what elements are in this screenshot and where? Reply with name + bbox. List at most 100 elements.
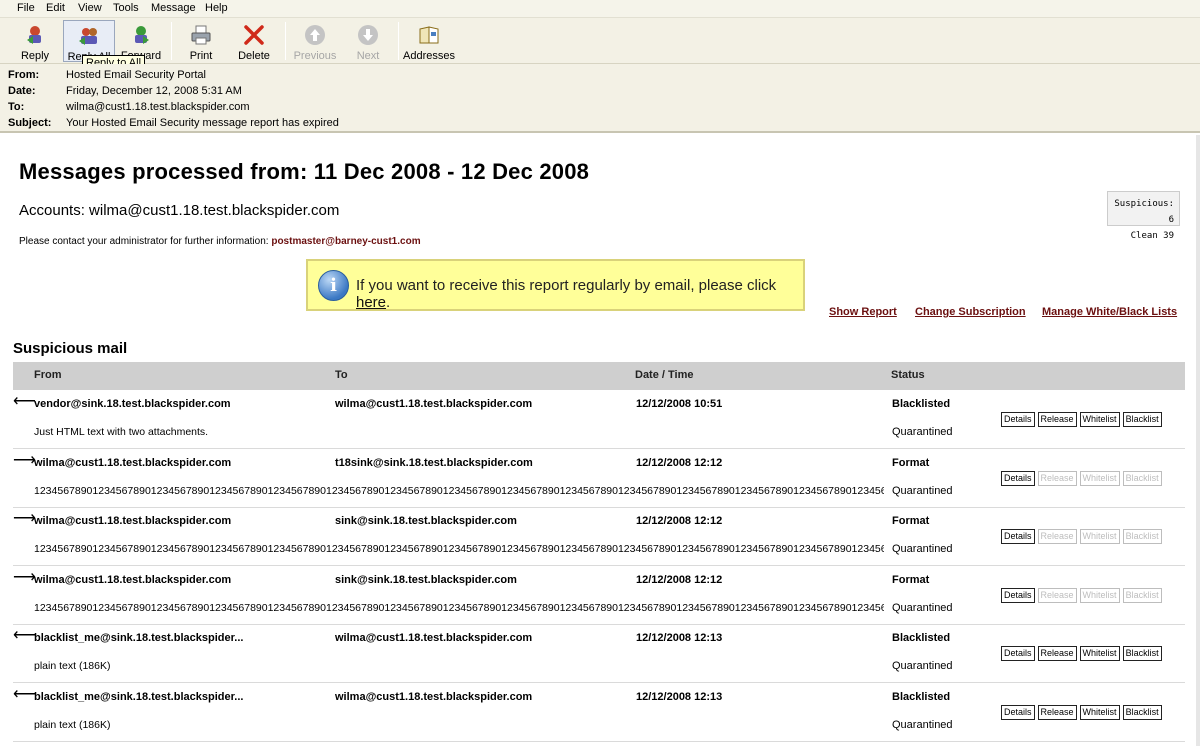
toolbar: Reply Reply All Forward Print Delete Pre… [0, 18, 1200, 64]
printer-icon [191, 25, 211, 45]
column-to: To [335, 369, 348, 381]
row-to: wilma@cust1.18.test.blackspider.com [335, 398, 533, 410]
row-datetime: 12/12/2008 12:12 [636, 574, 723, 586]
table-header: From To Date / Time Status [13, 362, 1185, 390]
details-button[interactable]: Details [1001, 646, 1035, 661]
row-status: Format [892, 574, 930, 586]
release-button[interactable]: Release [1037, 529, 1077, 544]
date-label: Date: [8, 85, 36, 97]
whitelist-button[interactable]: Whitelist [1079, 471, 1120, 486]
table-row[interactable]: ⟵ blacklist_me@sink.18.test.blackspider..… [13, 625, 1185, 683]
menu-file[interactable]: File [17, 2, 35, 14]
details-button[interactable]: Details [1001, 412, 1035, 427]
blacklist-button[interactable]: Blacklist [1122, 588, 1162, 603]
row-status: Blacklisted [892, 632, 951, 644]
reply-all-icon [79, 28, 97, 45]
from-label: From: [8, 69, 40, 81]
manage-white-black-lists-link[interactable]: Manage White/Black Lists [1042, 306, 1177, 318]
row-subject: 1234567890123456789012345678901234567890… [34, 543, 884, 555]
row-status: Format [892, 457, 930, 469]
next-button[interactable]: Next [342, 20, 394, 62]
header-subject-row: Subject: Your Hosted Email Security mess… [8, 117, 1188, 133]
row-datetime: 12/12/2008 12:12 [636, 457, 723, 469]
row-state: Quarantined [892, 426, 953, 438]
address-book-icon [419, 26, 439, 44]
menu-message[interactable]: Message [151, 2, 196, 14]
row-state: Quarantined [892, 602, 953, 614]
whitelist-button[interactable]: Whitelist [1079, 529, 1120, 544]
down-arrow-icon [358, 25, 378, 45]
row-subject: 1234567890123456789012345678901234567890… [34, 485, 884, 497]
row-to: sink@sink.18.test.blackspider.com [335, 574, 517, 586]
whitelist-button[interactable]: Whitelist [1079, 412, 1120, 427]
menu-edit[interactable]: Edit [46, 2, 65, 14]
message-header: From: Hosted Email Security Portal Date:… [0, 64, 1200, 133]
column-from: From [34, 369, 62, 381]
accounts-line: Accounts: wilma@cust1.18.test.blackspide… [19, 202, 340, 219]
table-row[interactable]: ⟵ vendor@sink.18.test.blackspider.com wilm… [13, 391, 1185, 449]
blacklist-button[interactable]: Blacklist [1122, 529, 1162, 544]
notice-here-link[interactable]: here [356, 294, 386, 311]
from-value: Hosted Email Security Portal [66, 69, 206, 81]
release-button[interactable]: Release [1037, 412, 1077, 427]
date-value: Friday, December 12, 2008 5:31 AM [66, 85, 242, 97]
release-button[interactable]: Release [1037, 471, 1077, 486]
whitelist-button[interactable]: Whitelist [1079, 705, 1120, 720]
row-subject: 1234567890123456789012345678901234567890… [34, 602, 884, 614]
menu-view[interactable]: View [78, 2, 102, 14]
direction-arrow-icon: ⟶ [13, 510, 36, 527]
row-actions: Details Release Whitelist Blacklist [1001, 588, 1165, 603]
direction-arrow-icon: ⟵ [13, 627, 36, 644]
direction-arrow-icon: ⟶ [13, 452, 36, 469]
menu-help[interactable]: Help [205, 2, 228, 14]
row-subject: plain text (186K) [34, 719, 111, 731]
table-row[interactable]: ⟶ wilma@cust1.18.test.blackspider.com sink… [13, 567, 1185, 625]
contact-prefix: Please contact your administrator for fu… [19, 236, 272, 247]
blacklist-button[interactable]: Blacklist [1122, 705, 1162, 720]
contact-line: Please contact your administrator for fu… [19, 236, 421, 247]
summary-suspicious: Suspicious: 6 [1114, 199, 1174, 225]
delete-button[interactable]: Delete [228, 20, 280, 62]
row-state: Quarantined [892, 543, 953, 555]
whitelist-button[interactable]: Whitelist [1079, 588, 1120, 603]
row-datetime: 12/12/2008 12:12 [636, 515, 723, 527]
reply-icon [27, 26, 41, 44]
row-subject: Just HTML text with two attachments. [34, 426, 209, 438]
header-to-row: To: wilma@cust1.18.test.blackspider.com [8, 101, 1188, 117]
blacklist-button[interactable]: Blacklist [1122, 471, 1162, 486]
details-button[interactable]: Details [1001, 529, 1035, 544]
row-actions: Details Release Whitelist Blacklist [1001, 412, 1165, 427]
row-from: wilma@cust1.18.test.blackspider.com [34, 457, 232, 469]
row-to: wilma@cust1.18.test.blackspider.com [335, 691, 533, 703]
contact-email-link[interactable]: postmaster@barney-cust1.com [271, 236, 420, 247]
row-from: wilma@cust1.18.test.blackspider.com [34, 515, 232, 527]
menu-bar: File Edit View Tools Message Help [0, 0, 1200, 18]
change-subscription-link[interactable]: Change Subscription [915, 306, 1026, 318]
details-button[interactable]: Details [1001, 588, 1035, 603]
row-state: Quarantined [892, 719, 953, 731]
summary-box: Suspicious: 6 Clean 39 [1107, 191, 1180, 241]
show-report-link[interactable]: Show Report [829, 306, 897, 318]
table-row[interactable]: ⟶ wilma@cust1.18.test.blackspider.com t18s… [13, 450, 1185, 508]
subscription-notice: i If you want to receive this report reg… [306, 259, 805, 311]
details-button[interactable]: Details [1001, 705, 1035, 720]
release-button[interactable]: Release [1037, 705, 1077, 720]
release-button[interactable]: Release [1037, 588, 1077, 603]
table-row[interactable]: ⟶ wilma@cust1.18.test.blackspider.com sink… [13, 508, 1185, 566]
row-to: t18sink@sink.18.test.blackspider.com [335, 457, 533, 469]
addresses-button[interactable]: Addresses [403, 20, 455, 62]
blacklist-button[interactable]: Blacklist [1122, 412, 1162, 427]
blacklist-button[interactable]: Blacklist [1122, 646, 1162, 661]
menu-tools[interactable]: Tools [113, 2, 139, 14]
details-button[interactable]: Details [1001, 471, 1035, 486]
to-label: To: [8, 101, 25, 113]
row-actions: Details Release Whitelist Blacklist [1001, 529, 1165, 544]
subject-value: Your Hosted Email Security message repor… [66, 117, 339, 129]
table-row[interactable]: ⟵ blacklist_me@sink.18.test.blackspider..… [13, 684, 1185, 742]
forward-icon [135, 26, 149, 44]
row-from: wilma@cust1.18.test.blackspider.com [34, 574, 232, 586]
whitelist-button[interactable]: Whitelist [1079, 646, 1120, 661]
section-title: Suspicious mail [13, 340, 128, 357]
release-button[interactable]: Release [1037, 646, 1077, 661]
row-status: Blacklisted [892, 398, 951, 410]
